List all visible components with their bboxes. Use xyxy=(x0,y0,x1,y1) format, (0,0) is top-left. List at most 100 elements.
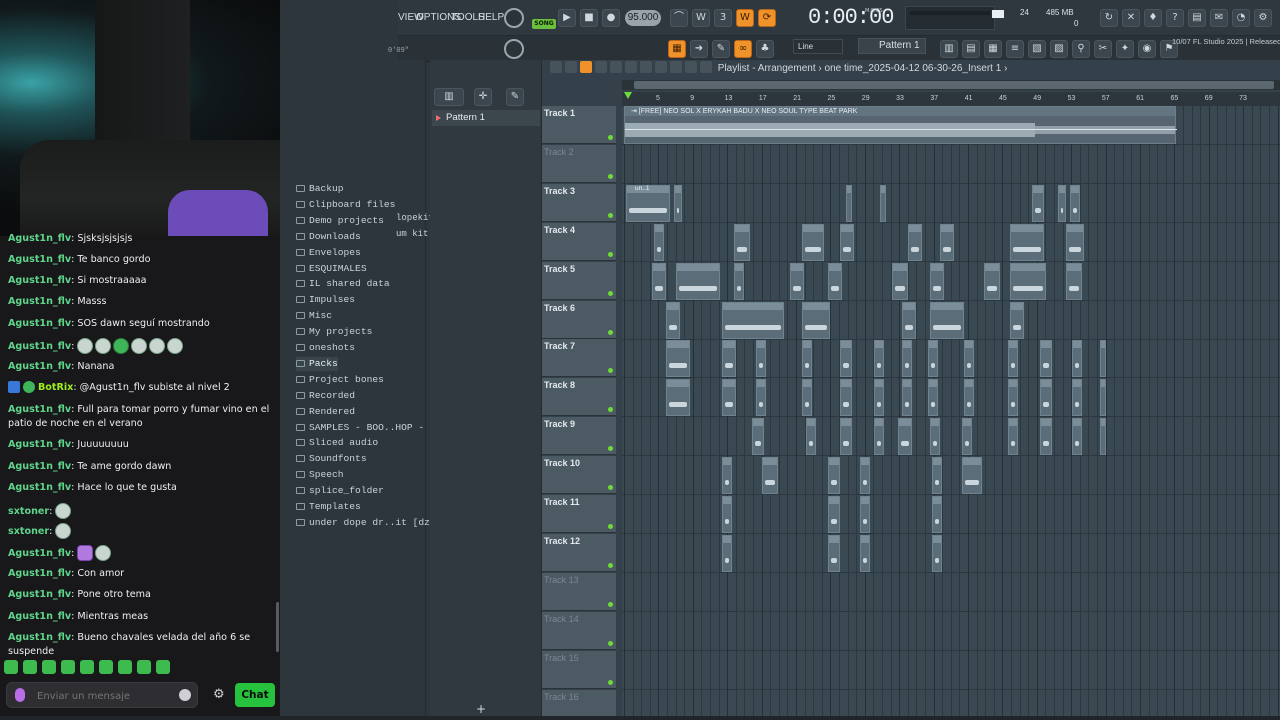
chat-username[interactable]: Agust1n_flv xyxy=(8,254,71,265)
pattern-clip[interactable] xyxy=(930,418,940,456)
snap-select[interactable]: Line xyxy=(793,39,843,54)
pattern-clip[interactable] xyxy=(908,223,922,261)
play-button[interactable]: ▶ xyxy=(558,9,576,27)
track-header[interactable]: Track 13 xyxy=(542,572,616,611)
pattern-clip[interactable] xyxy=(1072,418,1082,456)
chat-username[interactable]: Agust1n_flv xyxy=(8,275,71,286)
pattern-clip[interactable] xyxy=(828,534,840,572)
record-audio-icon[interactable]: ◉ xyxy=(1138,40,1156,58)
browser-folder[interactable]: My projects xyxy=(296,325,372,339)
chat-username[interactable]: Agust1n_flv xyxy=(8,482,71,493)
pattern-clip[interactable] xyxy=(874,418,884,456)
pattern-clip[interactable] xyxy=(828,496,840,533)
pattern-clip[interactable] xyxy=(964,340,974,378)
track-header[interactable]: Track 4 xyxy=(542,222,616,261)
track-led-icon[interactable] xyxy=(608,601,613,607)
browser-folder[interactable]: oneshots xyxy=(296,341,355,355)
master-volume-knob[interactable] xyxy=(504,39,524,59)
pattern-clip[interactable] xyxy=(928,379,938,417)
chat-username[interactable]: Agust1n_flv xyxy=(8,439,71,450)
track-header[interactable]: Track 14 xyxy=(542,611,616,650)
pattern-clip[interactable] xyxy=(1040,418,1052,456)
pattern-clip[interactable] xyxy=(874,340,884,378)
pattern-clip[interactable] xyxy=(840,379,852,417)
browser-folder[interactable]: Sliced audio xyxy=(296,436,378,450)
pattern-clip[interactable] xyxy=(1058,184,1066,222)
browser-folder[interactable]: Soundfonts xyxy=(296,452,367,466)
track-header[interactable]: Track 1 xyxy=(542,106,616,144)
pattern-clip[interactable] xyxy=(892,262,908,300)
scroll-thumb[interactable] xyxy=(634,81,1274,89)
emote-icon[interactable] xyxy=(80,660,94,674)
track-header[interactable]: Track 3 xyxy=(542,183,616,222)
mic-icon[interactable]: ♦ xyxy=(1144,9,1162,27)
pattern-clip[interactable] xyxy=(932,534,942,572)
track-led-icon[interactable] xyxy=(608,212,613,218)
track-led-icon[interactable] xyxy=(608,562,613,568)
pattern-clip[interactable] xyxy=(962,418,972,456)
chat-username[interactable]: Agust1n_flv xyxy=(8,296,71,307)
pattern-clip[interactable] xyxy=(930,262,944,300)
track-header[interactable]: Track 9 xyxy=(542,417,616,456)
pattern-clip[interactable] xyxy=(932,457,942,495)
chat-icon[interactable]: ◔ xyxy=(1232,9,1250,27)
pattern-clip[interactable] xyxy=(1010,262,1046,300)
settings-icon[interactable]: ⚙ xyxy=(1254,9,1272,27)
save-icon[interactable]: ▤ xyxy=(1188,9,1206,27)
track-header[interactable]: Track 12 xyxy=(542,533,616,572)
magnet-icon[interactable] xyxy=(565,61,577,73)
track-led-icon[interactable] xyxy=(608,173,613,179)
track-led-icon[interactable] xyxy=(608,679,613,685)
add-track-button[interactable]: + xyxy=(476,702,486,716)
pattern-clip[interactable] xyxy=(828,262,842,300)
emote-icon[interactable] xyxy=(137,660,151,674)
pattern-clip[interactable] xyxy=(1100,418,1106,456)
message-icon[interactable]: ✉ xyxy=(1210,9,1228,27)
chat-username[interactable]: Agust1n_flv xyxy=(8,568,71,579)
emoji-icon[interactable] xyxy=(179,689,191,701)
select-icon[interactable] xyxy=(670,61,682,73)
browser-folder[interactable]: Project bones xyxy=(296,373,384,387)
pattern-clip[interactable] xyxy=(722,534,732,572)
pattern-clip[interactable] xyxy=(1008,379,1018,417)
pattern-clip[interactable] xyxy=(1008,340,1018,378)
chat-username[interactable]: sxtoner xyxy=(8,526,49,537)
track-led-icon[interactable] xyxy=(608,524,613,529)
track-led-icon[interactable] xyxy=(608,329,613,335)
pattern-clip[interactable] xyxy=(840,340,852,378)
pattern-clip[interactable] xyxy=(1100,340,1106,378)
pattern-clip[interactable] xyxy=(964,379,974,417)
pattern-clip[interactable] xyxy=(1072,340,1082,378)
draw-mode-icon[interactable] xyxy=(580,61,592,73)
pattern-clip[interactable] xyxy=(666,379,690,417)
pattern-clip[interactable] xyxy=(1008,418,1018,456)
browser-folder[interactable]: Clipboard files xyxy=(296,198,395,212)
countdown-icon[interactable]: 3 xyxy=(714,9,732,27)
stamp-icon[interactable]: ♣ xyxy=(756,40,774,58)
chat-username[interactable]: Agust1n_flv xyxy=(8,548,71,559)
track-led-icon[interactable] xyxy=(608,640,613,646)
slip-icon[interactable] xyxy=(640,61,652,73)
pattern-clip[interactable]: un..1 xyxy=(626,184,670,222)
metronome-icon[interactable]: ⌒ xyxy=(670,9,688,27)
pattern-clip[interactable] xyxy=(930,301,964,339)
pattern-clip[interactable] xyxy=(802,340,812,378)
tempo-display[interactable]: 95.000 xyxy=(625,10,661,26)
pattern-list-item[interactable]: Pattern 1 xyxy=(432,110,540,126)
chat-send-button[interactable]: Chat xyxy=(235,683,275,707)
track-header[interactable]: Track 7 xyxy=(542,339,616,378)
pattern-clip[interactable] xyxy=(790,262,804,300)
timeline-ruler[interactable]: 5 9 13 17 21 25 29 33 37 41 45 49 53 57 61 65 69 73 xyxy=(622,92,1280,106)
track-led-icon[interactable] xyxy=(608,290,613,296)
track-header[interactable]: Track 15 xyxy=(542,650,616,689)
track-led-icon[interactable] xyxy=(608,368,613,374)
chat-username[interactable]: Agust1n_flv xyxy=(8,318,71,329)
pattern-clip[interactable] xyxy=(1066,223,1084,261)
pattern-clip[interactable] xyxy=(932,496,942,533)
pattern-clip[interactable] xyxy=(756,340,766,378)
pattern-clip[interactable] xyxy=(1032,184,1044,222)
crosshair-icon[interactable]: ✛ xyxy=(474,88,492,106)
chat-username[interactable]: sxtoner xyxy=(8,506,49,517)
tool-icon[interactable]: ✂ xyxy=(1094,40,1112,58)
pattern-clip[interactable] xyxy=(880,184,886,222)
